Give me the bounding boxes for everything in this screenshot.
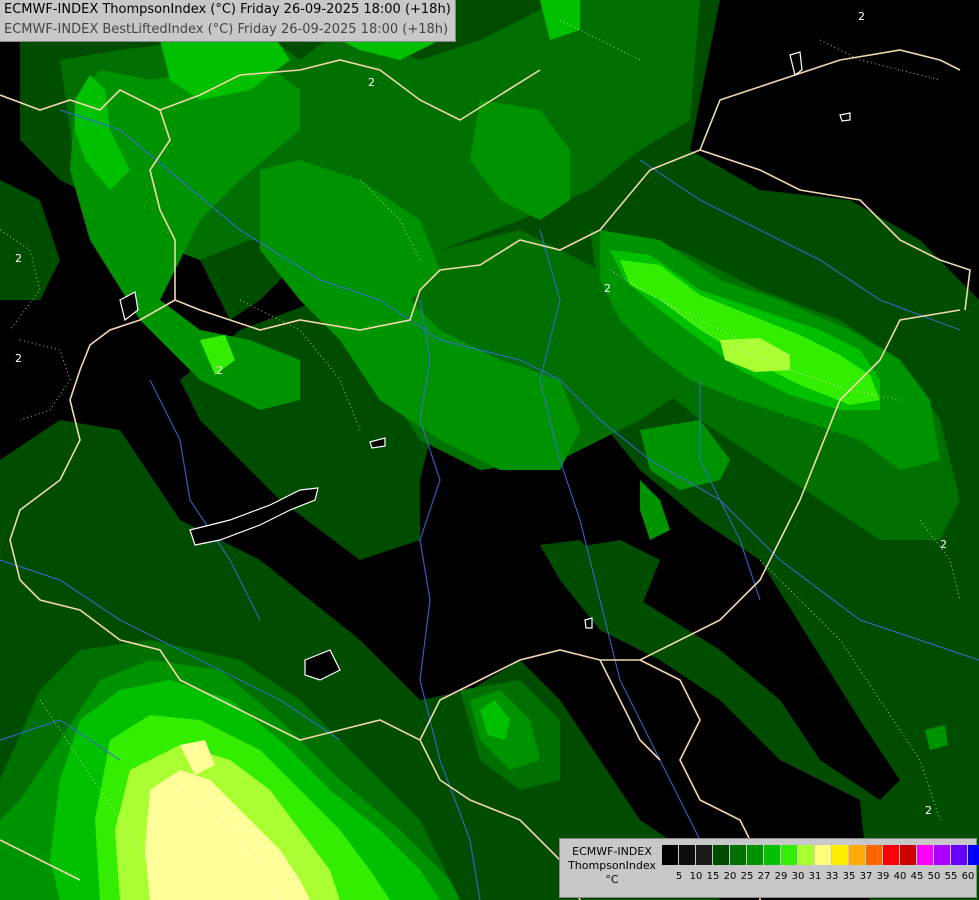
legend-title-source: ECMWF-INDEX [572,845,652,858]
legend-title-unit: °C [605,873,619,886]
legend-swatch [798,845,815,865]
legend-swatch [832,845,849,865]
legend-swatch [866,845,883,865]
legend-swatch [968,845,979,865]
legend-swatch [713,845,730,865]
contour-label: 2 [940,538,947,551]
legend-swatch [781,845,798,865]
legend-tick-label: 20 [723,871,737,882]
forecast-map: 2 2 2 2 2 2 2 2 [0,0,979,900]
legend-title: ECMWF-INDEX ThompsonIndex °C [564,845,660,887]
legend-tick-label: 37 [859,871,873,882]
legend-swatch [730,845,747,865]
legend-tick-label: 25 [740,871,754,882]
legend-scale: 5 10 15 20 25 27 29 30 31 33 35 37 39 40 45 50 55 60 [662,845,979,885]
legend-tick-label: 50 [927,871,941,882]
legend-tick-label: 55 [944,871,958,882]
legend-title-variable: ThompsonIndex [568,859,656,872]
legend-swatch [917,845,934,865]
legend-swatch [951,845,968,865]
contour-label: 2 [858,10,865,23]
legend-tick-label: 15 [706,871,720,882]
contour-label: 2 [604,282,611,295]
contour-label: 2 [15,252,22,265]
title-best-lifted-index: ECMWF-INDEX BestLiftedIndex (°C) Friday … [4,22,449,37]
legend-tick-label: 60 [961,871,975,882]
legend-swatch [747,845,764,865]
legend-tick-label: 27 [757,871,771,882]
legend-ticks: 5 10 15 20 25 27 29 30 31 33 35 37 39 40 45 50 55 60 [662,871,979,885]
contour-label: 2 [368,76,375,89]
legend-tick-label: 40 [893,871,907,882]
legend-tick-label: 5 [675,871,683,882]
legend-tick-label: 33 [825,871,839,882]
legend-swatch [696,845,713,865]
legend-swatch [662,845,679,865]
legend-swatch [679,845,696,865]
contour-label: 2 [15,352,22,365]
legend-swatch [849,845,866,865]
legend-swatch [764,845,781,865]
legend-tick-label: 10 [689,871,703,882]
legend-tick-label: 30 [791,871,805,882]
legend-tick-label: 35 [842,871,856,882]
legend-swatch [815,845,832,865]
legend-tick-label: 29 [774,871,788,882]
legend-swatches [662,845,979,865]
legend-swatch [883,845,900,865]
legend-tick-label: 31 [808,871,822,882]
contour-label: 2 [216,364,223,377]
legend-swatch [934,845,951,865]
color-legend: ECMWF-INDEX ThompsonIndex °C 5 10 15 20 25 27… [559,838,979,898]
title-thompson-index: ECMWF-INDEX ThompsonIndex (°C) Friday 26… [4,2,451,17]
legend-swatch [900,845,917,865]
legend-tick-label: 39 [876,871,890,882]
legend-tick-label: 45 [910,871,924,882]
map-title-box: ECMWF-INDEX ThompsonIndex (°C) Friday 26… [0,0,456,42]
contour-label: 2 [925,804,932,817]
